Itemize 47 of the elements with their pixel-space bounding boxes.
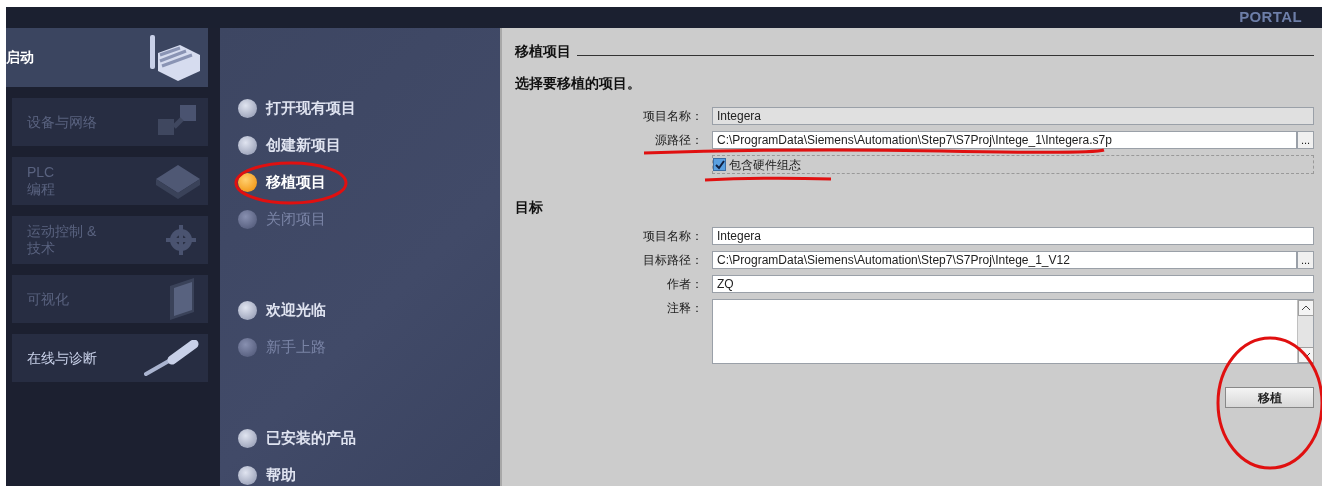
comment-field[interactable] bbox=[712, 299, 1314, 364]
screwdriver-icon bbox=[144, 340, 200, 376]
menu-label: 新手上路 bbox=[266, 337, 326, 358]
menu-label: 帮助 bbox=[266, 465, 296, 486]
menu-label: 创建新项目 bbox=[266, 135, 341, 156]
field-label: 注释： bbox=[666, 300, 703, 317]
checkbox-label: 包含硬件组态 bbox=[729, 156, 801, 174]
field-label: 目标路径： bbox=[642, 252, 703, 269]
field-label: 项目名称： bbox=[642, 228, 703, 245]
menu-label: 欢迎光临 bbox=[266, 300, 326, 321]
menu-label: 打开现有项目 bbox=[266, 98, 356, 119]
stack-icon bbox=[156, 163, 200, 199]
menu-item[interactable]: 欢迎光临 bbox=[238, 292, 500, 329]
browse-button[interactable]: ... bbox=[1297, 131, 1314, 149]
section-heading: 目标 bbox=[515, 198, 544, 217]
field-label: 作者： bbox=[666, 276, 703, 293]
migrate-button[interactable]: 移植 bbox=[1225, 387, 1314, 408]
field-label: 源路径： bbox=[654, 132, 703, 149]
text-field[interactable]: Integera bbox=[712, 227, 1314, 245]
text-field[interactable]: ZQ bbox=[712, 275, 1314, 293]
nav-label: PLC 编程 bbox=[27, 164, 55, 198]
menu-item[interactable]: 移植项目 bbox=[238, 164, 500, 201]
nav-label: 在线与诊断 bbox=[27, 349, 97, 367]
scrollbar[interactable] bbox=[1297, 300, 1313, 363]
nav-label: 设备与网络 bbox=[27, 113, 97, 131]
menu-label: 已安装的产品 bbox=[266, 428, 356, 449]
menu-item[interactable]: 帮助 bbox=[238, 457, 500, 486]
nav-item[interactable]: 启动 bbox=[6, 28, 208, 87]
menu-item[interactable]: 创建新项目 bbox=[238, 127, 500, 164]
menu-label: 关闭项目 bbox=[266, 209, 326, 230]
menu-item[interactable]: 打开现有项目 bbox=[238, 90, 500, 127]
panel-title: 移植项目 bbox=[515, 41, 571, 61]
nav-label: 启动 bbox=[6, 49, 34, 66]
scroll-up-icon[interactable] bbox=[1298, 300, 1314, 316]
menu-item[interactable]: 已安装的产品 bbox=[238, 420, 500, 457]
brand-title: PORTAL bbox=[1239, 7, 1302, 28]
browse-button[interactable]: ... bbox=[1297, 251, 1314, 269]
path-field[interactable]: C:\ProgramData\Siemens\Automation\Step7\S7Proj\Intege_1_V12 bbox=[712, 251, 1297, 269]
nav-item[interactable]: 在线与诊断 bbox=[12, 334, 208, 382]
menu-label: 移植项目 bbox=[266, 172, 326, 193]
nav-label: 可视化 bbox=[27, 290, 69, 308]
factory-icon bbox=[150, 34, 200, 81]
section-heading: 选择要移植的项目。 bbox=[515, 74, 642, 93]
path-field[interactable]: C:\ProgramData\Siemens\Automation\Step7\S7Proj\Intege_1\Integera.s7p bbox=[712, 131, 1297, 149]
checkbox[interactable] bbox=[713, 158, 726, 171]
check-icon bbox=[714, 159, 725, 170]
field-label: 项目名称： bbox=[642, 108, 703, 125]
